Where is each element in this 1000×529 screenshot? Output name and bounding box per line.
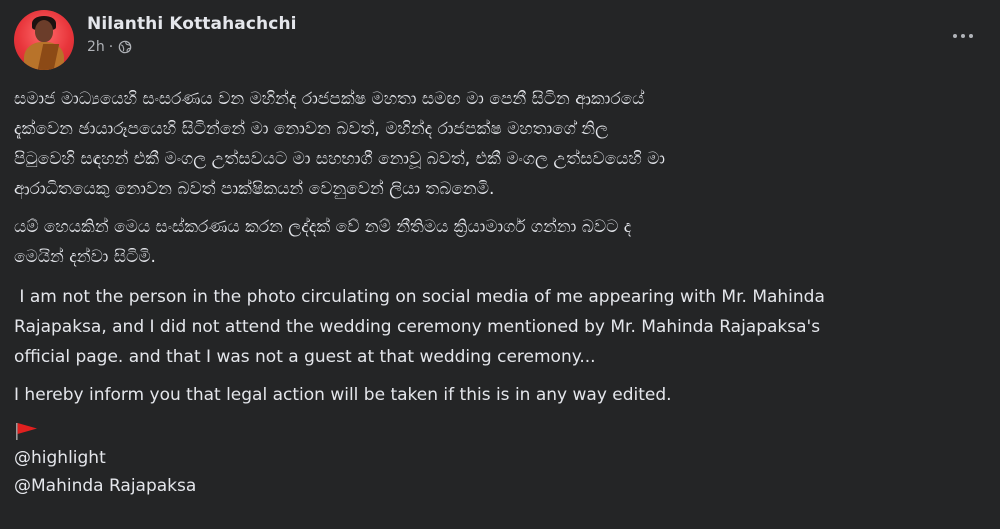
author-avatar[interactable]	[14, 10, 74, 70]
facebook-post: Nilanthi Kottahachchi 2h · සමාජ මාධ්‍යයෙ…	[0, 0, 1000, 529]
globe-icon[interactable]	[118, 40, 132, 54]
post-meta: Nilanthi Kottahachchi 2h ·	[87, 13, 297, 56]
mentions: @highlight @Mahinda Rajapaksa	[14, 444, 989, 500]
mention-highlight[interactable]: @highlight	[14, 444, 989, 472]
sinhala-paragraph-1: සමාජ මාධ්‍යයෙහි සංසරණය වන මහින්ද රාජපක්ෂ…	[14, 84, 989, 204]
post-content: සමාජ මාධ්‍යයෙහි සංසරණය වන මහින්ද රාජපක්ෂ…	[14, 84, 989, 500]
more-dot	[961, 34, 965, 38]
text-line: ආරාධිතයෙකු නොවන බවත් පාක්ෂිකයන් වෙනුවෙන්…	[14, 179, 495, 199]
sinhala-paragraph-2: යම් හෙයකින් මෙය සංස්කරණය කරන ලද්දක් වේ න…	[14, 212, 989, 272]
author-name[interactable]: Nilanthi Kottahachchi	[87, 13, 297, 35]
text-line: Rajapaksa, and I did not attend the wedd…	[14, 317, 821, 337]
english-paragraph-2: I hereby inform you that legal action wi…	[14, 380, 989, 410]
more-options-button[interactable]	[948, 26, 978, 46]
flag-line	[14, 418, 989, 444]
english-paragraph-1: I am not the person in the photo circula…	[14, 282, 989, 372]
post-time-row: 2h ·	[87, 38, 297, 56]
more-dot	[969, 34, 973, 38]
text-line: යම් හෙයකින් මෙය සංස්කරණය කරන ලද්දක් වේ න…	[14, 217, 632, 237]
text-line: සමාජ මාධ්‍යයෙහි සංසරණය වන මහින්ද රාජපක්ෂ…	[14, 89, 645, 109]
post-timestamp[interactable]: 2h	[87, 38, 105, 56]
post-header: Nilanthi Kottahachchi 2h ·	[14, 10, 297, 70]
meta-separator: ·	[108, 39, 114, 55]
more-dot	[953, 34, 957, 38]
mention-mahinda-rajapaksa[interactable]: @Mahinda Rajapaksa	[14, 472, 989, 500]
text-line: දැක්වෙන ඡායාරූපයෙහි සිටින්නේ මා නොවන බවත…	[14, 119, 609, 139]
text-line: I am not the person in the photo circula…	[14, 287, 825, 307]
triangular-flag-icon	[16, 423, 37, 440]
text-line: පිටුවෙහි සඳහන් එකී මංගල උත්සවයට මා සහභාග…	[14, 149, 666, 169]
text-line: මෙයින් දන්වා සිටිමි.	[14, 247, 156, 267]
text-line: I hereby inform you that legal action wi…	[14, 385, 672, 405]
text-line: official page. and that I was not a gues…	[14, 347, 596, 367]
